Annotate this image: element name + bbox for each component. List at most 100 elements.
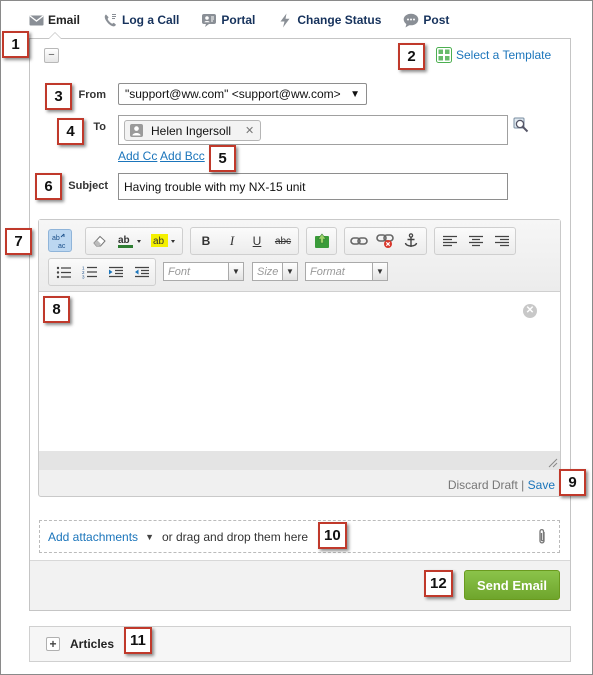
callout-7: 7 [5, 228, 32, 255]
callout-1: 1 [2, 31, 29, 58]
svg-text:ab: ab [153, 236, 165, 247]
svg-text:ac: ac [58, 243, 66, 250]
active-tab-pointer [48, 32, 62, 39]
indent-button[interactable] [105, 262, 127, 282]
subject-input[interactable]: Having trouble with my NX-15 unit [118, 173, 508, 200]
insert-link-button[interactable] [348, 231, 370, 251]
spellcheck-icon: abac [52, 233, 66, 250]
insert-image-button[interactable] [311, 231, 333, 251]
callout-2: 2 [398, 43, 425, 70]
bulleted-list-button[interactable] [53, 262, 75, 282]
format-placeholder: Format [310, 265, 345, 278]
callout-9: 9 [559, 469, 586, 496]
link-group [344, 227, 427, 255]
link-icon [350, 237, 368, 245]
callout-6: 6 [35, 173, 62, 200]
spellcheck-button[interactable]: ab ac [48, 229, 72, 252]
subject-value: Having trouble with my NX-15 unit [124, 179, 306, 194]
eraser-icon [93, 235, 106, 247]
save-draft-link[interactable]: Save [528, 478, 555, 492]
from-label: From [78, 89, 107, 101]
bold-icon: B [201, 234, 211, 248]
bullet-list-icon [56, 266, 71, 278]
email-body-area[interactable]: ✕ [39, 292, 560, 470]
add-attachments-link[interactable]: Add attachments [48, 530, 138, 544]
strikethrough-button[interactable]: abc [272, 231, 294, 251]
tab-change-status[interactable]: Change Status [277, 12, 381, 28]
caret-down-icon[interactable]: ▼ [145, 532, 154, 542]
font-placeholder: Font [168, 265, 191, 278]
italic-button[interactable]: I [221, 231, 243, 251]
caret-down-icon: ▼ [350, 88, 360, 100]
callout-4: 4 [57, 118, 84, 145]
size-placeholder: Size [257, 265, 279, 278]
text-style-group: B I U abc [190, 227, 299, 255]
minus-icon: − [48, 49, 55, 61]
size-combo[interactable]: Size ▼ [252, 262, 298, 281]
callout-10: 10 [318, 522, 347, 549]
underline-icon: U [252, 234, 262, 248]
format-combo[interactable]: Format ▼ [305, 262, 388, 281]
tab-log-a-call[interactable]: Log a Call [102, 12, 179, 28]
outdent-button[interactable] [131, 262, 153, 282]
unlink-icon [376, 234, 394, 248]
underline-button[interactable]: U [246, 231, 268, 251]
callout-3: 3 [45, 83, 72, 110]
from-select[interactable]: "support@ww.com" <support@ww.com> ▼ [118, 83, 367, 105]
contact-lookup-icon[interactable] [513, 117, 529, 133]
outdent-icon [135, 266, 149, 277]
recipient-pill[interactable]: Helen Ingersoll ✕ [124, 120, 262, 141]
numbered-list-button[interactable]: 123 [79, 262, 101, 282]
tab-label: Email [48, 13, 81, 27]
draft-actions: Discard Draft | Save [448, 478, 555, 492]
attachment-dropzone[interactable]: Add attachments ▼ or drag and drop them … [39, 520, 560, 553]
articles-section[interactable]: + Articles [29, 626, 571, 662]
clear-body-icon[interactable]: ✕ [523, 304, 537, 318]
select-template-link[interactable]: Select a Template [436, 47, 551, 63]
email-icon [28, 12, 44, 28]
publisher-tabs: Email Log a Call Portal Change Status Po… [28, 8, 471, 32]
add-cc-link[interactable]: Add Cc [118, 149, 157, 163]
remove-link-button[interactable] [374, 231, 396, 251]
paperclip-icon[interactable] [535, 528, 549, 546]
align-right-icon [495, 235, 509, 246]
tab-label: Change Status [297, 13, 382, 27]
text-color-button[interactable]: ab [116, 231, 146, 251]
anchor-icon [404, 233, 418, 247]
remove-format-button[interactable] [89, 231, 111, 251]
alignment-group [434, 227, 516, 255]
anchor-button[interactable] [400, 231, 422, 251]
callout-8: 8 [43, 296, 70, 323]
add-bcc-link[interactable]: Add Bcc [160, 149, 205, 163]
highlight-color-button[interactable]: ab [150, 231, 180, 251]
highlight-icon: ab [151, 234, 175, 247]
callout-11: 11 [124, 627, 152, 654]
font-combo[interactable]: Font ▼ [163, 262, 244, 281]
template-grid-icon [436, 47, 452, 63]
subject-label: Subject [68, 180, 108, 192]
tab-portal[interactable]: Portal [201, 12, 255, 28]
bold-button[interactable]: B [195, 231, 217, 251]
discard-draft-link[interactable]: Discard Draft [448, 478, 518, 492]
align-left-button[interactable] [439, 231, 461, 251]
align-right-button[interactable] [491, 231, 513, 251]
tab-email[interactable]: Email [28, 12, 80, 28]
send-email-button[interactable]: Send Email [464, 570, 560, 600]
collapse-button[interactable]: − [44, 48, 59, 63]
tab-post[interactable]: Post [403, 12, 449, 28]
drag-drop-text: or drag and drop them here [161, 529, 309, 544]
to-field[interactable]: Helen Ingersoll ✕ [118, 115, 508, 145]
resize-handle-icon[interactable] [546, 456, 558, 468]
chat-bubble-icon [403, 12, 419, 28]
lightning-icon [277, 12, 293, 28]
editor-status-strip [39, 451, 560, 470]
tab-label: Log a Call [122, 13, 180, 27]
remove-recipient-icon[interactable]: ✕ [245, 124, 254, 137]
image-group [306, 227, 337, 255]
number-list-icon: 123 [82, 266, 97, 279]
expand-plus-icon[interactable]: + [46, 637, 60, 651]
caret-down-icon: ▼ [372, 263, 387, 280]
align-left-icon [443, 235, 457, 246]
phone-icon [102, 12, 118, 28]
align-center-button[interactable] [465, 231, 487, 251]
